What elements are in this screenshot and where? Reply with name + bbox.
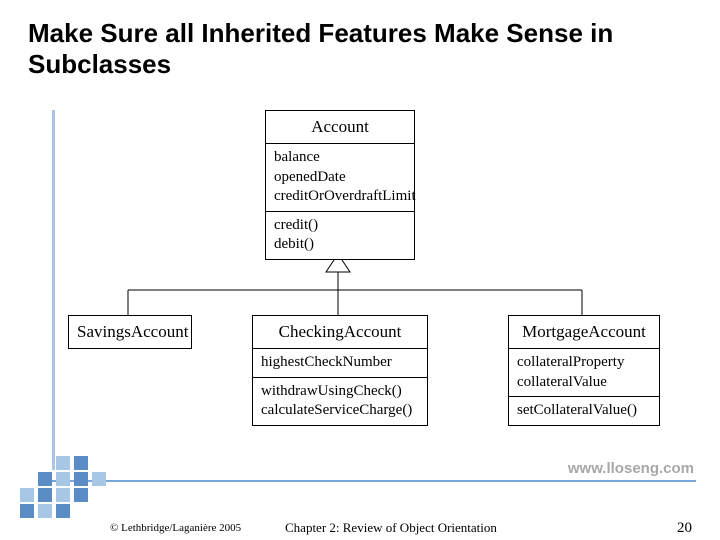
slide-title: Make Sure all Inherited Features Make Se… bbox=[28, 18, 668, 80]
attr: collateralValue bbox=[517, 373, 651, 393]
attr: collateralProperty bbox=[517, 353, 651, 373]
method: setCollateralValue() bbox=[517, 401, 651, 421]
website-label: www.lloseng.com bbox=[568, 460, 694, 477]
class-attributes: collateralProperty collateralValue bbox=[509, 349, 659, 397]
class-methods: setCollateralValue() bbox=[509, 397, 659, 425]
class-account: Account balance openedDate creditOrOverd… bbox=[265, 110, 415, 260]
uml-diagram: Account balance openedDate creditOrOverd… bbox=[60, 110, 680, 450]
attr: balance bbox=[274, 148, 406, 168]
class-name: MortgageAccount bbox=[509, 316, 659, 349]
class-attributes: balance openedDate creditOrOverdraftLimi… bbox=[266, 144, 414, 212]
class-checking-account: CheckingAccount highestCheckNumber withd… bbox=[252, 315, 428, 426]
method: withdrawUsingCheck() bbox=[261, 382, 419, 402]
logo-icon bbox=[20, 456, 108, 522]
class-name: Account bbox=[266, 111, 414, 144]
class-name: SavingsAccount bbox=[69, 316, 191, 348]
page-number: 20 bbox=[677, 520, 692, 537]
attr: creditOrOverdraftLimit bbox=[274, 187, 406, 207]
class-attributes: highestCheckNumber bbox=[253, 349, 427, 378]
class-name: CheckingAccount bbox=[253, 316, 427, 349]
decorative-side-line bbox=[52, 110, 55, 470]
method: credit() bbox=[274, 216, 406, 236]
class-methods: withdrawUsingCheck() calculateServiceCha… bbox=[253, 378, 427, 425]
attr: highestCheckNumber bbox=[261, 353, 419, 373]
class-savings-account: SavingsAccount bbox=[68, 315, 192, 349]
class-methods: credit() debit() bbox=[266, 212, 414, 259]
attr: openedDate bbox=[274, 168, 406, 188]
class-mortgage-account: MortgageAccount collateralProperty colla… bbox=[508, 315, 660, 426]
copyright-text: © Lethbridge/Laganière 2005 bbox=[110, 522, 241, 534]
method: calculateServiceCharge() bbox=[261, 401, 419, 421]
chapter-text: Chapter 2: Review of Object Orientation bbox=[285, 520, 497, 536]
method: debit() bbox=[274, 235, 406, 255]
footer-divider bbox=[44, 480, 696, 482]
